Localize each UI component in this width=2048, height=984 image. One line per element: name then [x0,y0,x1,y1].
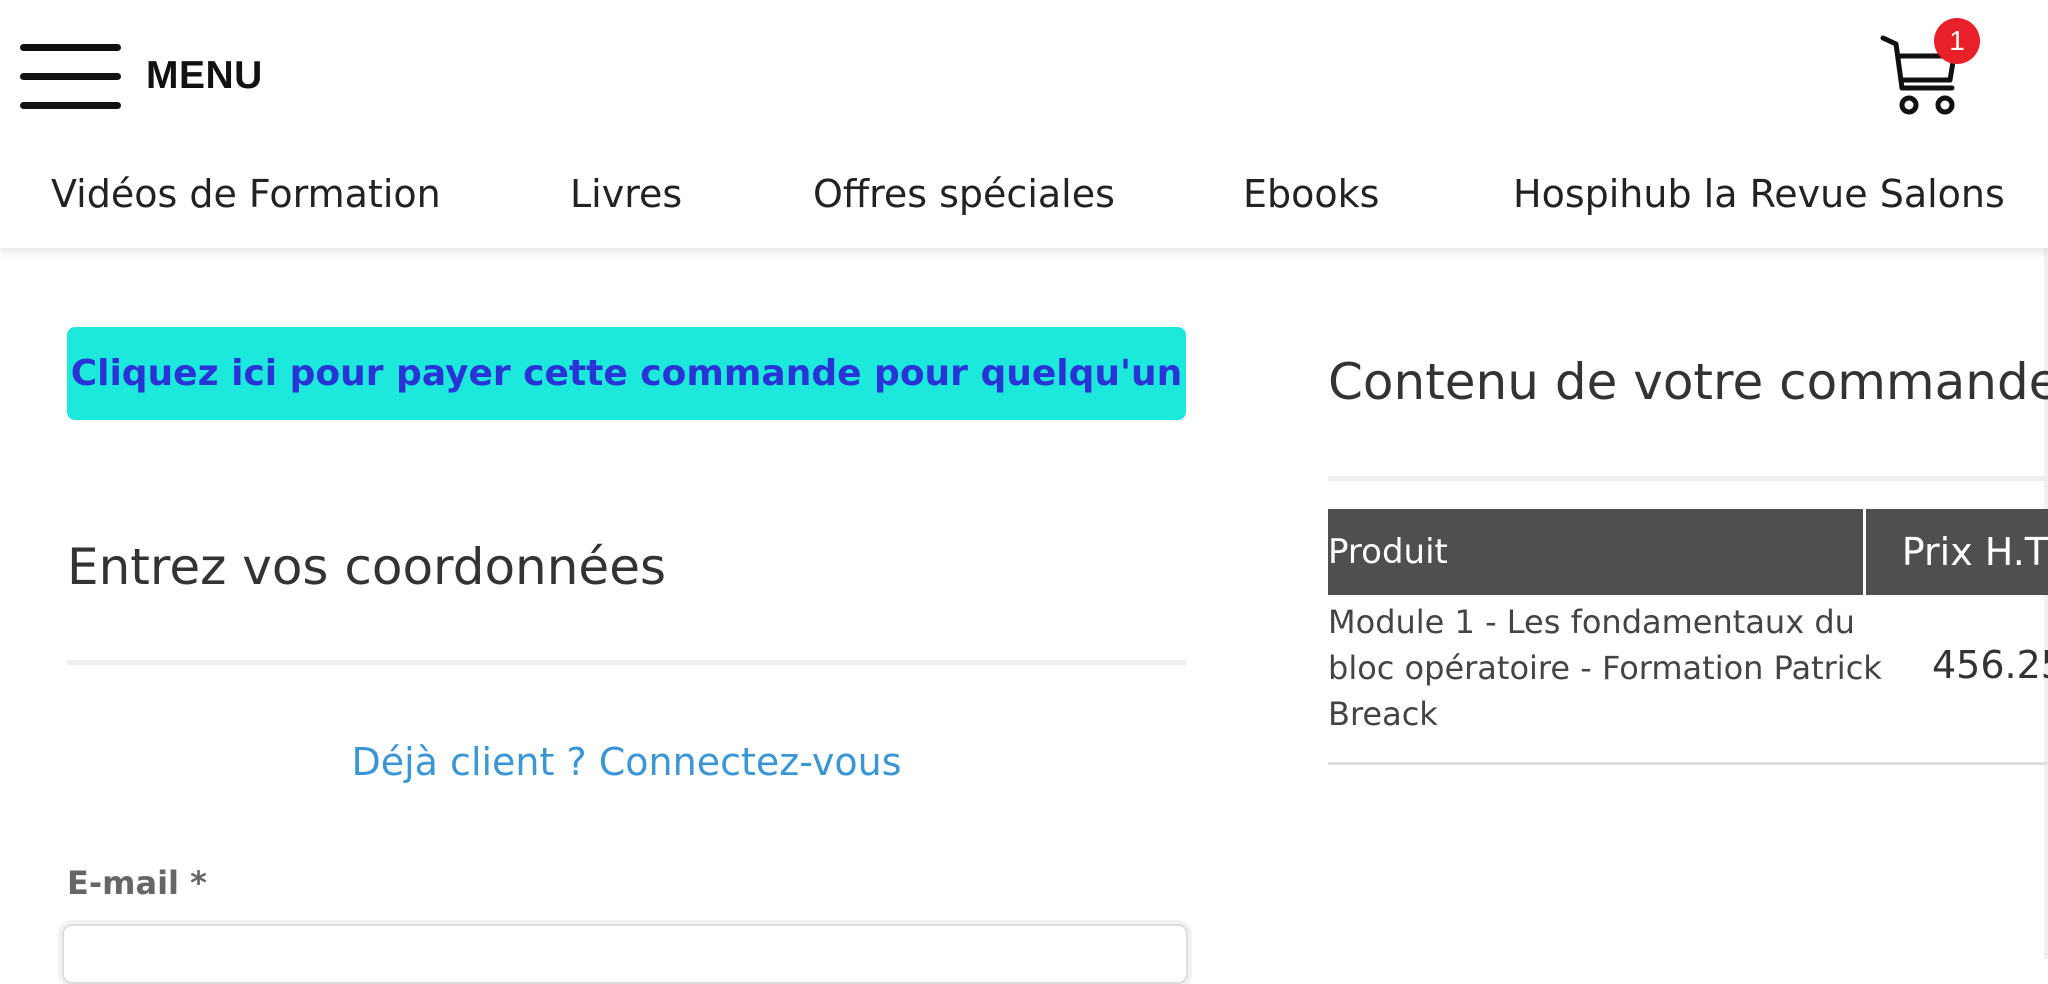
product-price: 456.25 [1932,643,2048,687]
site-header: MENU 1 Vidéos de Formation Livres Offres… [0,0,2048,248]
email-label: E-mail * [67,864,207,902]
pay-for-someone-button[interactable]: Cliquez ici pour payer cette commande po… [67,327,1186,420]
menu-button[interactable]: MENU [20,40,263,112]
main-nav: Vidéos de Formation Livres Offres spécia… [0,172,2048,238]
hamburger-icon[interactable] [20,41,121,111]
nav-item-livres[interactable]: Livres [570,172,682,216]
pay-for-someone-label[interactable]: Cliquez ici pour payer cette commande po… [71,353,1183,394]
order-section-title: Contenu de votre commande [1328,353,2048,411]
product-name: Module 1 - Les fondamentaux du bloc opér… [1328,603,1882,733]
table-row: Module 1 - Les fondamentaux du bloc opér… [1328,595,2048,765]
order-divider [1328,476,2048,481]
column-header-product: Produit [1328,509,1866,595]
login-link[interactable]: Déjà client ? Connectez-vous [67,740,1186,784]
column-header-price: Prix H.T [1901,530,2048,574]
menu-label[interactable]: MENU [146,54,263,98]
cart-count-badge: 1 [1934,18,1980,64]
nav-item-offres-speciales[interactable]: Offres spéciales [813,172,1115,216]
nav-item-hospihub-revue-salons[interactable]: Hospihub la Revue Salons [1513,172,2005,216]
order-table: Produit Prix H.T Module 1 - Les fondamen… [1328,509,2048,765]
email-field[interactable] [62,924,1188,984]
nav-item-ebooks[interactable]: Ebooks [1243,172,1379,216]
nav-item-videos-formation[interactable]: Vidéos de Formation [51,172,441,216]
cart-button[interactable]: 1 [1880,16,1980,120]
contact-divider [67,660,1186,665]
contact-section-title: Entrez vos coordonnées [67,538,666,596]
order-table-header: Produit Prix H.T [1328,509,2048,595]
